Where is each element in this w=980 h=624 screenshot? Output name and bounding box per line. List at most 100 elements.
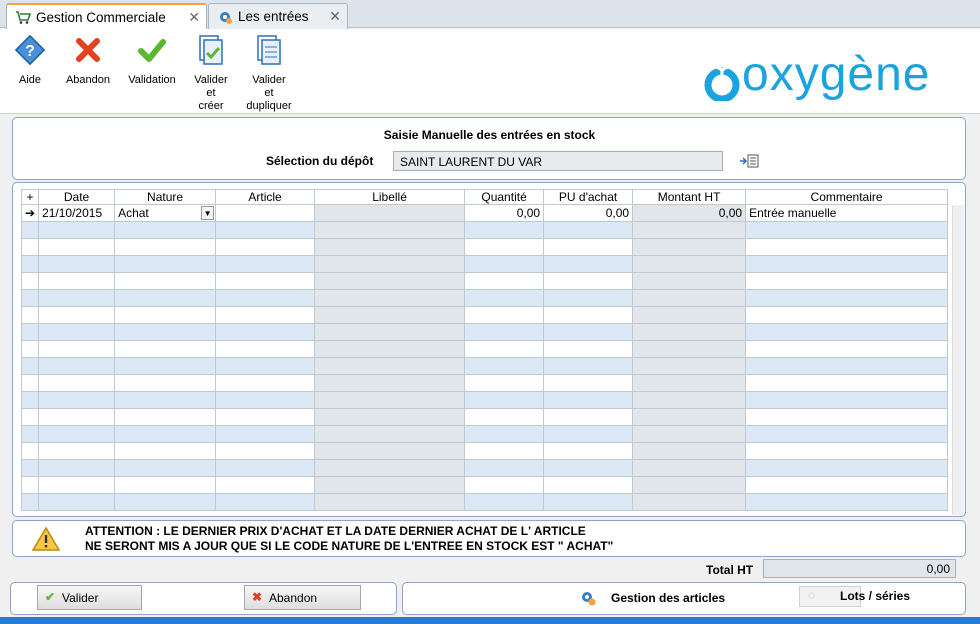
table-cell[interactable] — [745, 391, 949, 409]
table-cell[interactable] — [114, 493, 217, 511]
cell-article[interactable] — [215, 204, 316, 222]
table-cell[interactable] — [215, 459, 316, 477]
table-cell[interactable] — [543, 289, 634, 307]
table-cell[interactable] — [464, 357, 545, 375]
table-cell[interactable] — [215, 374, 316, 392]
abandon-bottom-button[interactable]: ✖ Abandon — [244, 585, 361, 610]
table-cell[interactable] — [114, 442, 217, 460]
table-cell[interactable] — [38, 459, 116, 477]
table-cell[interactable] — [114, 459, 217, 477]
table-cell[interactable] — [464, 459, 545, 477]
table-cell[interactable] — [38, 374, 116, 392]
table-cell[interactable] — [745, 425, 949, 443]
table-row[interactable] — [20, 425, 949, 443]
table-cell[interactable] — [745, 442, 949, 460]
table-cell[interactable] — [543, 306, 634, 324]
table-cell[interactable] — [215, 272, 316, 290]
close-icon[interactable]: ✕ — [188, 9, 200, 26]
table-cell[interactable] — [38, 289, 116, 307]
col-commentaire[interactable]: Commentaire — [745, 189, 949, 205]
table-cell[interactable] — [314, 374, 466, 392]
table-cell[interactable] — [632, 459, 747, 477]
table-cell[interactable] — [38, 340, 116, 358]
add-row-icon[interactable]: + — [20, 189, 40, 205]
table-row[interactable] — [20, 323, 949, 341]
table-cell[interactable] — [114, 408, 217, 426]
table-cell[interactable] — [38, 493, 116, 511]
table-cell[interactable] — [314, 238, 466, 256]
cell-date[interactable]: 21/10/2015 — [38, 204, 116, 222]
table-cell[interactable] — [215, 289, 316, 307]
table-cell[interactable] — [745, 323, 949, 341]
valider-dupliquer-button[interactable]: Valider et dupliquer — [243, 33, 295, 113]
table-row[interactable] — [20, 442, 949, 460]
table-cell[interactable] — [632, 289, 747, 307]
table-cell[interactable] — [745, 408, 949, 426]
table-cell[interactable] — [464, 272, 545, 290]
col-article[interactable]: Article — [215, 189, 316, 205]
table-cell[interactable] — [215, 221, 316, 239]
table-cell[interactable] — [745, 493, 949, 511]
table-cell[interactable] — [632, 493, 747, 511]
table-cell[interactable] — [632, 306, 747, 324]
table-row[interactable] — [20, 408, 949, 426]
table-cell[interactable] — [464, 425, 545, 443]
table-cell[interactable] — [632, 476, 747, 494]
table-cell[interactable] — [38, 408, 116, 426]
table-cell[interactable] — [38, 391, 116, 409]
table-row[interactable] — [20, 391, 949, 409]
table-cell[interactable] — [314, 493, 466, 511]
table-cell[interactable] — [632, 238, 747, 256]
table-row[interactable] — [20, 340, 949, 358]
table-cell[interactable] — [114, 476, 217, 494]
table-cell[interactable] — [632, 442, 747, 460]
table-cell[interactable] — [314, 272, 466, 290]
aide-button[interactable]: ? Aide — [10, 33, 50, 87]
table-cell[interactable] — [215, 408, 316, 426]
table-cell[interactable] — [632, 425, 747, 443]
table-cell[interactable] — [215, 306, 316, 324]
table-cell[interactable] — [543, 476, 634, 494]
table-cell[interactable] — [114, 323, 217, 341]
table-row[interactable] — [20, 289, 949, 307]
table-cell[interactable] — [632, 255, 747, 273]
table-cell[interactable] — [745, 357, 949, 375]
col-montant-ht[interactable]: Montant HT — [632, 189, 747, 205]
table-cell[interactable] — [314, 340, 466, 358]
table-cell[interactable] — [38, 323, 116, 341]
table-cell[interactable] — [38, 442, 116, 460]
valider-button[interactable]: ✔ Valider — [37, 585, 142, 610]
table-cell[interactable] — [114, 306, 217, 324]
table-cell[interactable] — [114, 391, 217, 409]
table-cell[interactable] — [215, 255, 316, 273]
table-cell[interactable] — [543, 323, 634, 341]
grid-scrollbar[interactable] — [952, 205, 964, 515]
table-cell[interactable] — [114, 255, 217, 273]
chevron-down-icon[interactable]: ▼ — [201, 206, 215, 220]
table-cell[interactable] — [114, 221, 217, 239]
table-cell[interactable] — [464, 374, 545, 392]
table-cell[interactable] — [215, 340, 316, 358]
table-row[interactable]: ➔ 21/10/2015 Achat ▼ 0,00 0,00 0,00 Entr… — [20, 204, 949, 222]
table-cell[interactable] — [215, 425, 316, 443]
table-cell[interactable] — [464, 323, 545, 341]
table-cell[interactable] — [745, 340, 949, 358]
table-row[interactable] — [20, 272, 949, 290]
table-cell[interactable] — [215, 493, 316, 511]
col-libelle[interactable]: Libellé — [314, 189, 466, 205]
table-cell[interactable] — [314, 442, 466, 460]
valider-creer-button[interactable]: Valider et créer — [190, 33, 232, 113]
table-cell[interactable] — [632, 408, 747, 426]
table-cell[interactable] — [745, 476, 949, 494]
table-cell[interactable] — [632, 374, 747, 392]
table-cell[interactable] — [215, 357, 316, 375]
table-cell[interactable] — [314, 255, 466, 273]
list-select-icon[interactable] — [739, 154, 759, 168]
table-row[interactable] — [20, 374, 949, 392]
col-date[interactable]: Date — [38, 189, 116, 205]
table-cell[interactable] — [38, 238, 116, 256]
tab-les-entrees[interactable]: Les entrées ✕ — [208, 3, 348, 29]
col-nature[interactable]: Nature — [114, 189, 217, 205]
tab-gestion-commerciale[interactable]: Gestion Commerciale ✕ — [6, 3, 207, 29]
table-cell[interactable] — [543, 357, 634, 375]
